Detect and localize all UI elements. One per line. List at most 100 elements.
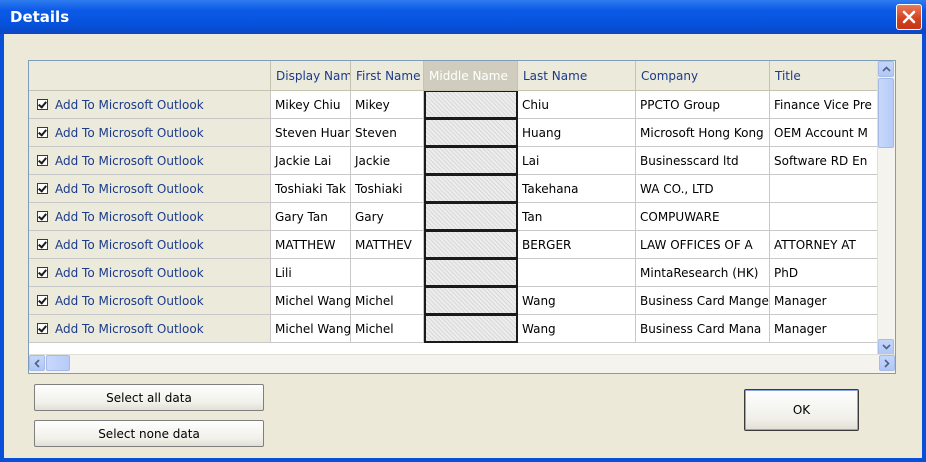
cell-middle-name[interactable] [424,175,518,203]
cell-display-name[interactable]: Steven Huar [271,119,351,147]
row-header-cell[interactable]: Add To Microsoft Outlook [29,203,271,231]
ok-button[interactable]: OK [744,389,859,431]
cell-last-name[interactable] [518,259,636,287]
cell-first-name[interactable]: Toshiaki [351,175,424,203]
cell-display-name[interactable]: Toshiaki Tak [271,175,351,203]
cell-last-name[interactable]: Huang [518,119,636,147]
cell-last-name[interactable]: BERGER [518,231,636,259]
chevron-up-icon [881,66,891,72]
row-header-cell[interactable]: Add To Microsoft Outlook [29,119,271,147]
cell-company[interactable]: Business Card Mange [636,287,770,315]
column-header-title[interactable]: Title [770,61,880,91]
cell-company[interactable]: Businesscard ltd [636,147,770,175]
row-header-cell[interactable]: Add To Microsoft Outlook [29,175,271,203]
add-to-outlook-checkbox[interactable] [37,127,48,138]
cell-display-name[interactable]: MATTHEW [271,231,351,259]
cell-middle-name[interactable] [424,91,518,119]
cell-display-name[interactable]: Michel Wang [271,315,351,343]
cell-last-name[interactable]: Lai [518,147,636,175]
horizontal-scroll-thumb[interactable] [46,355,70,371]
chevron-left-icon [34,358,40,368]
row-header-cell[interactable]: Add To Microsoft Outlook [29,147,271,175]
vertical-scroll-thumb[interactable] [878,78,894,148]
cell-middle-name[interactable] [424,119,518,147]
cell-title[interactable] [770,203,880,231]
cell-display-name[interactable]: Michel Wang [271,287,351,315]
cell-middle-name[interactable] [424,147,518,175]
add-to-outlook-checkbox[interactable] [37,99,48,110]
cell-middle-name[interactable] [424,231,518,259]
scroll-left-button[interactable] [29,355,45,371]
cell-title[interactable]: Manager [770,287,880,315]
cell-title[interactable]: ATTORNEY AT [770,231,880,259]
table-row: Add To Microsoft Outlook MATTHEW MATTHEV BE… [29,231,880,259]
column-header-display-name[interactable]: Display Nam [271,61,351,91]
horizontal-scrollbar[interactable] [29,354,895,373]
cell-first-name[interactable]: Michel [351,287,424,315]
column-header-last-name[interactable]: Last Name [518,61,636,91]
title-bar[interactable]: Details [0,0,926,34]
add-to-outlook-checkbox[interactable] [37,295,48,306]
cell-company[interactable]: LAW OFFICES OF A [636,231,770,259]
cell-first-name[interactable]: Steven [351,119,424,147]
cell-company[interactable]: PPCTO Group [636,91,770,119]
cell-display-name[interactable]: Jackie Lai [271,147,351,175]
dialog-body: Display Nam First Name Middle Name Last Nam… [4,34,922,458]
cell-company[interactable]: MintaResearch (HK) [636,259,770,287]
cell-title[interactable]: Software RD En [770,147,880,175]
cell-first-name[interactable]: Gary [351,203,424,231]
cell-last-name[interactable]: Chiu [518,91,636,119]
cell-middle-name[interactable] [424,315,518,343]
cell-company[interactable]: WA CO., LTD [636,175,770,203]
add-to-outlook-checkbox[interactable] [37,211,48,222]
row-header-cell[interactable]: Add To Microsoft Outlook [29,231,271,259]
cell-first-name[interactable]: Michel [351,315,424,343]
add-to-outlook-checkbox[interactable] [37,183,48,194]
cell-last-name[interactable]: Wang [518,315,636,343]
table-row: Add To Microsoft Outlook Jackie Lai Jackie… [29,147,880,175]
cell-first-name[interactable] [351,259,424,287]
cell-middle-name[interactable] [424,259,518,287]
cell-title[interactable]: Manager [770,315,880,343]
cell-display-name[interactable]: Lili [271,259,351,287]
cell-company[interactable]: Business Card Mana [636,315,770,343]
select-all-button[interactable]: Select all data [34,384,264,411]
column-header-middle-name[interactable]: Middle Name [424,61,518,91]
cell-display-name[interactable]: Mikey Chiu [271,91,351,119]
cell-first-name[interactable]: Mikey [351,91,424,119]
row-header-cell[interactable]: Add To Microsoft Outlook [29,91,271,119]
select-none-button[interactable]: Select none data [34,420,264,447]
scroll-down-button[interactable] [878,339,894,355]
add-to-outlook-checkbox[interactable] [37,155,48,166]
cell-display-name[interactable]: Gary Tan [271,203,351,231]
cell-middle-name[interactable] [424,287,518,315]
cell-title[interactable]: OEM Account M [770,119,880,147]
scroll-up-button[interactable] [878,61,894,77]
add-to-outlook-checkbox[interactable] [37,267,48,278]
cell-company[interactable]: COMPUWARE [636,203,770,231]
cell-first-name[interactable]: Jackie [351,147,424,175]
add-to-outlook-checkbox[interactable] [37,323,48,334]
scroll-right-button[interactable] [879,355,895,371]
cell-title[interactable] [770,175,880,203]
row-header-cell[interactable]: Add To Microsoft Outlook [29,315,271,343]
cell-title[interactable]: PhD [770,259,880,287]
row-header-cell[interactable]: Add To Microsoft Outlook [29,287,271,315]
cell-middle-name[interactable] [424,203,518,231]
vertical-scrollbar[interactable] [877,61,895,355]
cell-last-name[interactable]: Takehana [518,175,636,203]
cell-last-name[interactable]: Wang [518,287,636,315]
table-row: Add To Microsoft Outlook Toshiaki Tak Tosh… [29,175,880,203]
table-row: Add To Microsoft Outlook Lili MintaResearc… [29,259,880,287]
row-header-cell[interactable]: Add To Microsoft Outlook [29,259,271,287]
cell-last-name[interactable]: Tan [518,203,636,231]
column-header-first-name[interactable]: First Name [351,61,424,91]
close-button[interactable] [896,4,922,30]
cell-first-name[interactable]: MATTHEV [351,231,424,259]
column-header-action[interactable] [29,61,271,91]
add-to-outlook-checkbox[interactable] [37,239,48,250]
cell-title[interactable]: Finance Vice Pre [770,91,880,119]
cell-company[interactable]: Microsoft Hong Kong [636,119,770,147]
column-header-company[interactable]: Company [636,61,770,91]
contacts-grid[interactable]: Display Nam First Name Middle Name Last Nam… [28,60,896,374]
